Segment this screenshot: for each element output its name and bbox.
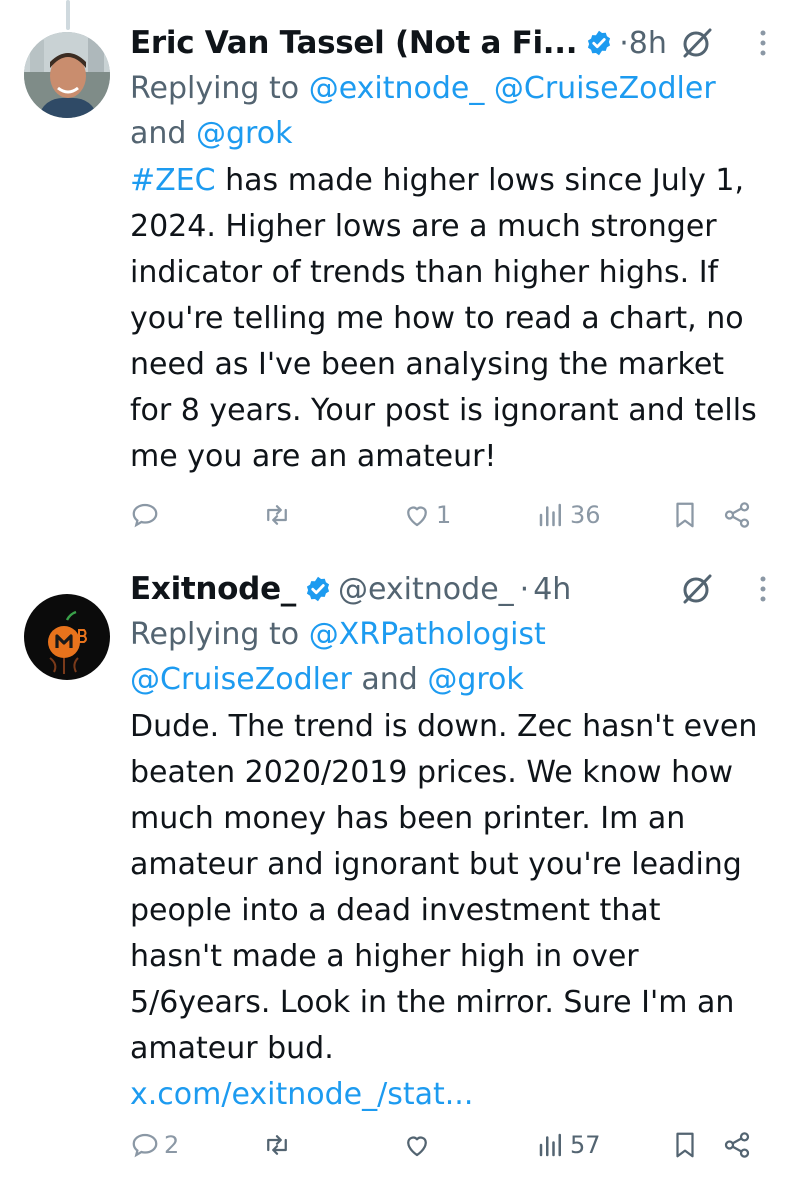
views-button[interactable]: 36	[536, 495, 601, 535]
tweet-content: Exitnode_ @exitnode_ · 4h Replying to @X…	[130, 566, 770, 1118]
tweet-actions: 1 36	[130, 495, 770, 535]
views-icon	[539, 503, 561, 527]
repost-icon	[267, 1135, 287, 1155]
mention-link[interactable]: @CruiseZodler	[130, 662, 352, 697]
tweet-text-line: you're telling me how to read a chart, n…	[130, 301, 744, 336]
tweet-text-line: indicator of trends than higher highs. I…	[130, 255, 719, 290]
tweet-actions: 2 57	[130, 1125, 770, 1165]
repost-icon	[267, 505, 287, 525]
bookmark-icon	[676, 1132, 694, 1158]
reply-icon	[132, 1133, 158, 1158]
avatar-photo-image	[24, 32, 110, 118]
views-icon	[539, 1133, 561, 1157]
tweet-text: Dude. The trend is down. Zec hasn't even…	[130, 704, 770, 1118]
replying-to-and: and	[361, 662, 418, 697]
tweet-text-line: has made higher lows since July 1,	[215, 163, 745, 198]
time-separator: ·	[519, 571, 530, 607]
timestamp[interactable]: 4h	[533, 572, 571, 607]
replying-to-and: and	[130, 116, 187, 151]
author-name[interactable]: Eric Van Tassel (Not a Fi...	[130, 25, 578, 61]
tweet-text-line: hasn't made a higher high in over	[130, 939, 639, 974]
tweet-content: Eric Van Tassel (Not a Fi... · 8h Replyi…	[130, 20, 770, 480]
time-separator: ·	[619, 25, 629, 61]
mention-link[interactable]: @grok	[196, 116, 292, 151]
share-icon	[724, 1132, 750, 1158]
tweet-text-line: people into a dead investment that	[130, 893, 661, 928]
avatar[interactable]	[24, 32, 110, 118]
tweet[interactable]: Eric Van Tassel (Not a Fi... · 8h Replyi…	[0, 0, 800, 560]
tweet-link[interactable]: x.com/exitnode_/stat...	[130, 1077, 473, 1112]
heart-icon	[407, 506, 427, 527]
tweet-text-line: for 8 years. Your post is ignorant and t…	[130, 393, 757, 428]
tweet-text-line: 2024. Higher lows are a much stronger	[130, 209, 717, 244]
timestamp[interactable]: 8h	[629, 26, 667, 61]
avatar-logo-image	[24, 594, 110, 680]
tweet-text-line: me you are an amateur!	[130, 439, 497, 474]
grok-icon[interactable]	[680, 26, 714, 60]
bookmark-button[interactable]	[670, 1125, 700, 1165]
reply-icon	[132, 503, 158, 528]
mention-link[interactable]: @exitnode_	[309, 71, 485, 106]
tweet-text-line: amateur and ignorant but you're leading	[130, 847, 742, 882]
tweet-text-line: 5/6years. Look in the mirror. Sure I'm a…	[130, 985, 735, 1020]
views-count: 57	[570, 1131, 601, 1159]
share-icon	[724, 502, 750, 528]
author-handle[interactable]: @exitnode_	[338, 572, 514, 607]
bookmark-button[interactable]	[670, 495, 700, 535]
tweet-text-line: much money has been printer. Im an	[130, 801, 686, 836]
tweet-text-line: beaten 2020/2019 prices. We know how	[130, 755, 733, 790]
repost-button[interactable]	[262, 495, 296, 535]
tweet-header: Eric Van Tassel (Not a Fi... · 8h	[130, 20, 770, 66]
tweet-text-line: Dude. The trend is down. Zec hasn't even	[130, 709, 758, 744]
replying-to: Replying to @exitnode_ @CruiseZodler and…	[130, 66, 770, 156]
more-vertical-icon[interactable]	[758, 26, 768, 60]
author-name[interactable]: Exitnode_	[130, 571, 296, 607]
replying-to: Replying to @XRPathologist @CruiseZodler…	[130, 612, 770, 702]
replying-to-label: Replying to	[130, 617, 300, 652]
repost-button[interactable]	[262, 1125, 296, 1165]
reply-count: 2	[164, 1131, 180, 1159]
tweet-header: Exitnode_ @exitnode_ · 4h	[130, 566, 770, 612]
tweet-text-line: need as I've been analysing the market	[130, 347, 725, 382]
hashtag-link[interactable]: #ZEC	[130, 163, 216, 198]
tweet[interactable]: Exitnode_ @exitnode_ · 4h Replying to @X…	[0, 560, 800, 1200]
avatar[interactable]	[24, 594, 110, 680]
more-vertical-icon[interactable]	[758, 572, 768, 606]
tweet-text: #ZEC has made higher lows since July 1, …	[130, 158, 770, 480]
share-button[interactable]	[722, 495, 752, 535]
mention-link[interactable]: @CruiseZodler	[494, 71, 716, 106]
mention-link[interactable]: @XRPathologist	[309, 617, 546, 652]
bookmark-icon	[676, 502, 694, 528]
like-count: 1	[436, 501, 452, 529]
replying-to-label: Replying to	[130, 71, 300, 106]
views-count: 36	[570, 501, 601, 529]
mention-link[interactable]: @grok	[427, 662, 523, 697]
like-button[interactable]: 1	[402, 495, 451, 535]
grok-icon[interactable]	[680, 572, 714, 606]
views-button[interactable]: 57	[536, 1125, 601, 1165]
tweet-text-line: amateur bud.	[130, 1031, 334, 1066]
reply-button[interactable]	[130, 495, 164, 535]
heart-icon	[407, 1136, 427, 1157]
like-button[interactable]	[402, 1125, 436, 1165]
share-button[interactable]	[722, 1125, 752, 1165]
verified-badge-icon	[588, 30, 611, 56]
verified-badge-icon	[306, 576, 330, 602]
reply-button[interactable]: 2	[130, 1125, 179, 1165]
